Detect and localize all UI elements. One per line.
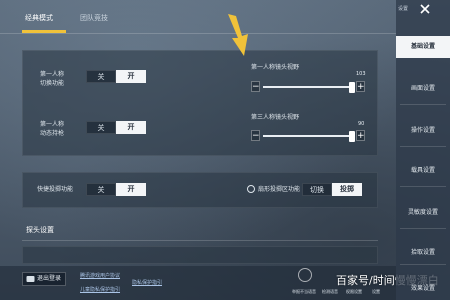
sidebar-item-effects[interactable]: 效果设置 — [396, 278, 450, 300]
peek-settings-title: 探头设置 — [26, 226, 54, 234]
first-person-fov-label: 第一人称镜头视野 — [251, 64, 300, 71]
toggle-off-option[interactable]: 关 — [86, 121, 116, 134]
sidebar-title: 设置 — [398, 6, 409, 12]
fan-throw-label: 扇形投掷区功能 — [257, 186, 300, 193]
sidebar-item-controls[interactable]: 操作设置 — [396, 120, 450, 142]
toggle-on-option[interactable]: 开 — [116, 70, 146, 83]
permission-settings-label: 权限设置 — [346, 289, 362, 294]
chat-icon — [26, 276, 35, 282]
sidebar-item-graphics[interactable]: 画面设置 — [396, 78, 450, 100]
perspective-panel — [22, 50, 378, 156]
close-icon[interactable] — [418, 2, 432, 16]
settings-label: 设置 — [372, 289, 380, 294]
third-person-fov-value: 90 — [358, 121, 365, 127]
sidebar-item-pickup[interactable]: 拾取设置 — [396, 242, 450, 264]
sidebar-separator — [400, 104, 446, 105]
sidebar-separator — [400, 146, 446, 147]
sidebar-separator — [400, 186, 446, 187]
first-person-aim-toggle[interactable]: 关 开 — [86, 121, 146, 134]
user-agreement-link[interactable]: 腾讯游戏用户协议 — [80, 272, 120, 279]
child-privacy-link[interactable]: 儿童隐私保护指引 — [80, 286, 120, 293]
first-person-fov-minus-button[interactable]: − — [251, 81, 260, 92]
top-divider — [0, 33, 396, 34]
first-person-fov-value: 103 — [356, 71, 366, 77]
quick-throw-toggle[interactable]: 关 开 — [86, 183, 146, 196]
first-person-fov-plus-button[interactable]: + — [356, 81, 365, 92]
test-voice-label: 检测语音 — [322, 289, 338, 294]
third-person-fov-label: 第三人称镜头视野 — [251, 114, 300, 121]
report-voice-icon[interactable] — [298, 268, 312, 282]
first-person-fov-thumb[interactable] — [349, 82, 355, 93]
logout-button[interactable]: 退出登录 — [22, 272, 66, 286]
first-person-switch-label: 第一人称 切换功能 — [39, 71, 64, 87]
sidebar-item-vehicle[interactable]: 载具设置 — [396, 160, 450, 182]
highlight-arrow-icon — [228, 14, 248, 56]
toggle-on-option[interactable]: 开 — [116, 121, 146, 134]
peek-panel — [22, 246, 378, 264]
tab-classic-mode[interactable]: 经典模式 — [25, 13, 53, 23]
toggle-off-option[interactable]: 关 — [86, 183, 116, 196]
third-person-fov-slider[interactable] — [263, 135, 355, 137]
fan-throw-throw-option[interactable]: 投掷 — [332, 183, 362, 196]
toggle-on-option[interactable]: 开 — [116, 183, 146, 196]
first-person-switch-toggle[interactable]: 关 开 — [86, 70, 146, 83]
third-person-fov-minus-button[interactable]: − — [251, 130, 260, 141]
sidebar-item-sensitivity[interactable]: 灵敏度设置 — [396, 202, 450, 224]
first-person-fov-slider[interactable] — [263, 86, 355, 88]
third-person-fov-thumb[interactable] — [349, 131, 355, 142]
logout-label: 退出登录 — [37, 275, 62, 282]
info-icon[interactable] — [247, 185, 255, 193]
section-divider — [22, 240, 378, 241]
first-person-aim-label: 第一人称 动态持枪 — [39, 121, 64, 137]
fan-throw-switch-option[interactable]: 切换 — [302, 183, 332, 196]
quick-throw-label: 快捷投掷功能 — [36, 186, 73, 193]
fan-throw-toggle[interactable]: 切换 投掷 — [302, 183, 362, 196]
sidebar-separator — [400, 264, 446, 265]
privacy-guide-link[interactable]: 隐私保护指引 — [132, 279, 162, 286]
tab-team-battle[interactable]: 团队竞技 — [80, 13, 108, 23]
toggle-off-option[interactable]: 关 — [86, 70, 116, 83]
sidebar-item-basic[interactable]: 基础设置 — [396, 36, 450, 58]
report-voice-label: 举报不当语音 — [292, 289, 316, 294]
third-person-fov-plus-button[interactable]: + — [356, 130, 365, 141]
sidebar-separator — [400, 228, 446, 229]
